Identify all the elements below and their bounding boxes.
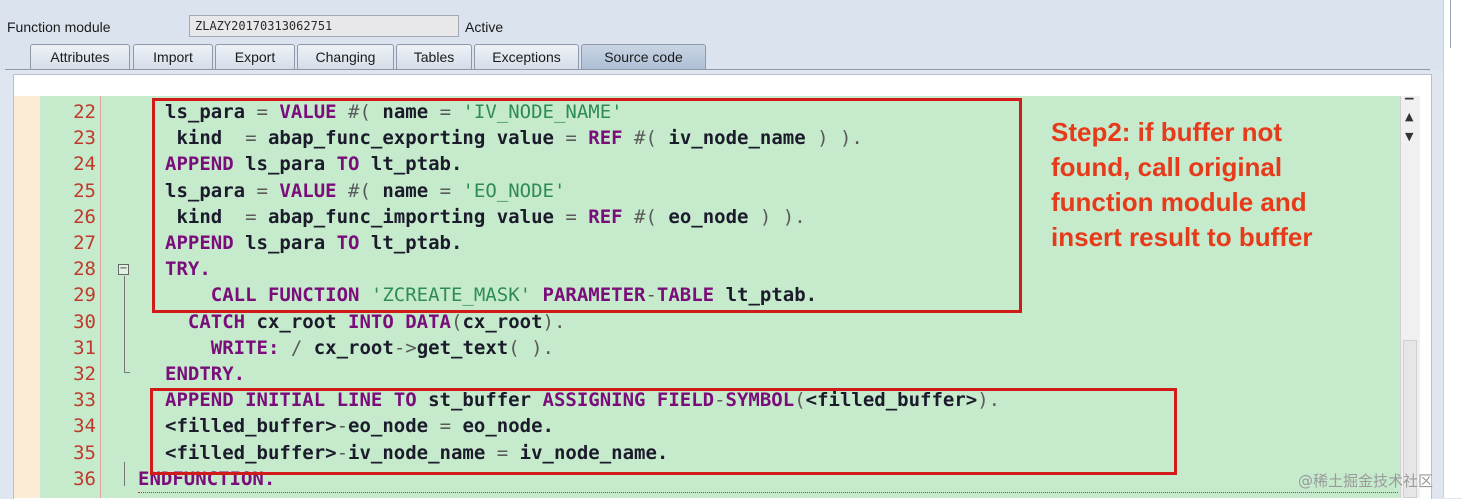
tab-tables[interactable]: Tables — [396, 44, 472, 69]
line-number: 31 — [73, 336, 96, 359]
code-token: CATCH — [187, 310, 257, 333]
code-token: cx_root — [462, 310, 543, 333]
annotation-line: function module and — [1051, 187, 1307, 217]
line-number: 29 — [73, 284, 96, 307]
highlight-box-insert-buffer — [150, 388, 1177, 475]
tab-source-code[interactable]: Source code — [581, 44, 706, 69]
code-token: INTO DATA — [348, 310, 451, 333]
tab-import[interactable]: Import — [133, 44, 213, 69]
line-number: 32 — [73, 363, 96, 385]
code-token: ). — [542, 310, 566, 333]
right-edge-panel — [1443, 0, 1462, 498]
annotation-line: insert result to buffer — [1051, 222, 1313, 252]
highlight-box-call-original — [152, 98, 1022, 313]
status-text: Active — [465, 19, 504, 35]
line-number: 36 — [73, 467, 96, 490]
fold-guide-endfunction — [124, 462, 125, 486]
tab-exceptions[interactable]: Exceptions — [474, 44, 579, 69]
function-module-label: Function module — [7, 19, 111, 35]
tab-attributes[interactable]: Attributes — [30, 44, 130, 69]
scroll-up-icon[interactable]: ▲ — [1405, 110, 1413, 123]
code-token: ENDTRY. — [165, 363, 246, 385]
line-number: 22 — [73, 101, 96, 123]
code-line: ENDTRY. — [165, 361, 245, 387]
code-token: ( — [451, 310, 463, 333]
annotation-line: Step2: if buffer not — [1051, 117, 1283, 147]
line-underline — [138, 490, 1398, 493]
line-number: 28 — [73, 258, 96, 281]
right-edge-divider — [1450, 0, 1451, 48]
annotation-text: Step2: if buffer not found, call origina… — [1051, 115, 1381, 255]
code-token: WRITE: — [210, 336, 291, 359]
watermark: @稀土掘金技术社区 — [1298, 472, 1434, 490]
annotation-line: found, call original — [1051, 152, 1283, 182]
line-number: 23 — [73, 127, 96, 150]
code-token: cx_root — [256, 310, 349, 333]
line-number: 33 — [73, 389, 96, 412]
collapse-icon[interactable]: − — [118, 264, 129, 275]
code-token: -> — [393, 336, 417, 359]
code-token: / — [290, 336, 314, 359]
code-line: WRITE: / cx_root->get_text( ). — [165, 335, 554, 361]
tab-strip: Attributes Import Export Changing Tables Exce… — [0, 44, 1440, 70]
scroll-down-icon[interactable]: ▼ — [1405, 130, 1413, 143]
line-number: 30 — [73, 310, 96, 333]
header-bar: Function module ZLAZY20170313062751 Acti… — [0, 0, 1443, 70]
fold-guide-end — [124, 372, 130, 373]
line-number: 35 — [73, 441, 96, 464]
line-number: 26 — [73, 205, 96, 228]
code-token: get_text — [416, 336, 509, 359]
function-module-field[interactable]: ZLAZY20170313062751 — [189, 15, 459, 37]
tab-export[interactable]: Export — [215, 44, 295, 69]
breakpoint-gutter[interactable] — [14, 96, 40, 498]
vertical-scrollbar[interactable]: ▔ ▲ ▼ — [1400, 96, 1420, 498]
code-token: cx_root — [313, 336, 394, 359]
tab-changing[interactable]: Changing — [297, 44, 394, 69]
code-token: ( ). — [508, 336, 554, 359]
line-number: 34 — [73, 415, 96, 438]
fold-guide-line — [124, 276, 125, 372]
line-number: 24 — [73, 153, 96, 176]
tab-divider — [5, 69, 1430, 70]
line-number: 27 — [73, 232, 96, 254]
line-number: 25 — [73, 179, 96, 202]
